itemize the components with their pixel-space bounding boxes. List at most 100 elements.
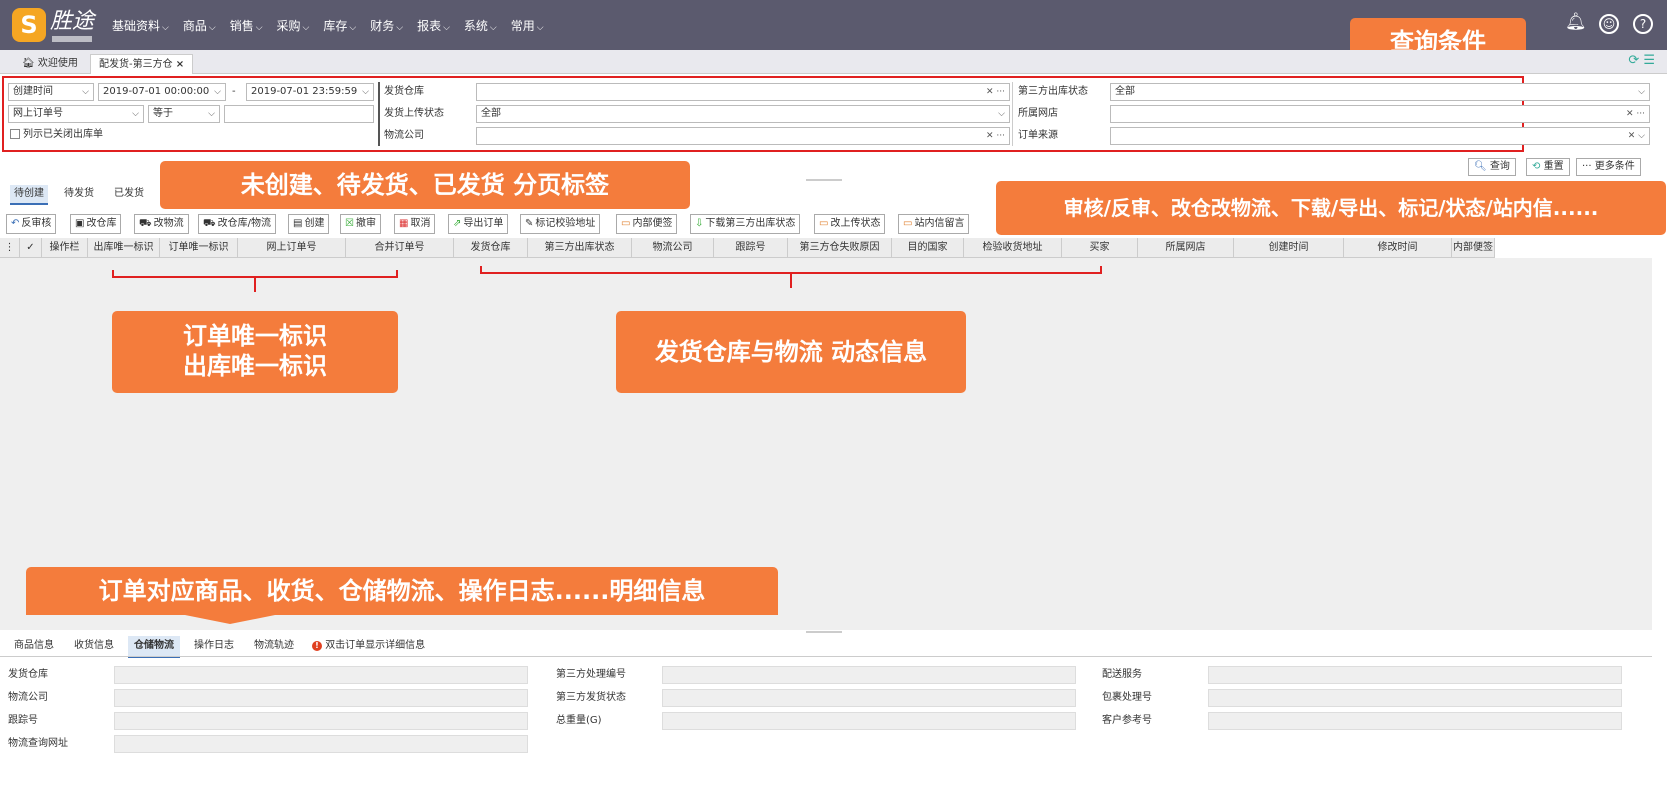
reset-button[interactable]: ⟲ 重置 <box>1526 158 1570 176</box>
column-header[interactable]: 发货仓库 <box>454 238 528 258</box>
column-header[interactable]: 物流公司 <box>632 238 714 258</box>
query-button[interactable]: 🔍︎ 查询 <box>1468 158 1516 176</box>
field-label: 包裹处理号 <box>1102 692 1152 703</box>
source-input[interactable]: ✕ ⌵ <box>1110 127 1650 145</box>
unaudit-button[interactable]: ↶ 反审核 <box>6 214 57 234</box>
equal-operator-select[interactable]: 等于 ⌵ <box>148 105 220 123</box>
tab-logistics-track[interactable]: 物流轨迹 <box>248 636 300 656</box>
more-conditions-button[interactable]: ··· 更多条件 <box>1576 158 1641 176</box>
cancel-button[interactable]: ▦ 取消 <box>394 214 436 234</box>
tab-operation-log[interactable]: 操作日志 <box>188 636 240 656</box>
warehouse-value <box>114 666 528 684</box>
tab-welcome[interactable]: 🏠︎ 欢迎使用 <box>14 54 86 74</box>
tab-third-party-warehouse[interactable]: 配发货-第三方仓 × <box>90 54 194 74</box>
close-icon[interactable]: × <box>176 59 184 70</box>
help-icon[interactable]: ? <box>1633 14 1653 34</box>
menu-item[interactable]: 常用 ⌵ <box>511 17 544 34</box>
column-menu-icon[interactable]: ⋮ <box>0 238 20 258</box>
column-header[interactable]: 第三方出库状态 <box>528 238 632 258</box>
refresh-icon[interactable]: ⟳ ☰ <box>1628 53 1655 68</box>
column-header[interactable]: 操作栏 <box>42 238 88 258</box>
export-orders-button[interactable]: ⇗ 导出订单 <box>448 214 509 234</box>
callout-page-tabs: 未创建、待发货、已发货 分页标签 <box>160 161 690 209</box>
internal-note-button[interactable]: ▭ 内部便签 <box>616 214 678 234</box>
third-status-label: 第三方出库状态 <box>1018 86 1088 97</box>
change-upload-status-button[interactable]: ▭ 改上传状态 <box>814 214 886 234</box>
order-no-field-select[interactable]: 网上订单号 ⌵ <box>8 105 144 123</box>
check-all-icon[interactable]: ✓ <box>20 238 42 258</box>
column-header[interactable]: 合并订单号 <box>346 238 454 258</box>
column-header[interactable]: 目的国家 <box>892 238 964 258</box>
field-label: 总重量(G) <box>556 715 602 726</box>
third-party-no-value <box>662 666 1076 684</box>
logo-text: 胜途 <box>50 9 95 34</box>
column-header[interactable]: 第三方仓失败原因 <box>788 238 892 258</box>
menu-item[interactable]: 基础资料 ⌵ <box>112 17 169 34</box>
order-no-input[interactable] <box>224 105 374 123</box>
user-circle-icon[interactable]: ☺ <box>1599 14 1619 34</box>
warehouse-label: 发货仓库 <box>384 86 424 97</box>
tab-warehouse-logistics[interactable]: 仓储物流 <box>128 636 180 658</box>
site-message-button[interactable]: ▭ 站内信留言 <box>898 214 970 234</box>
change-logistics-button[interactable]: ⛟ 改物流 <box>134 214 189 234</box>
tab-to-create[interactable]: 待创建 <box>10 185 48 205</box>
package-no-value <box>1208 689 1622 707</box>
create-button[interactable]: ▤ 创建 <box>288 214 330 234</box>
tracking-value <box>114 712 528 730</box>
show-closed-checkbox[interactable]: 列示已关闭出库单 <box>10 126 103 144</box>
third-status-select[interactable]: 全部 ⌵ <box>1110 83 1650 101</box>
column-header[interactable]: 内部便签 <box>1452 238 1495 258</box>
menu-item[interactable]: 销售 ⌵ <box>230 17 263 34</box>
menu-item[interactable]: 采购 ⌵ <box>277 17 310 34</box>
clear-icon[interactable]: ✕ ··· <box>1626 106 1645 122</box>
mark-verify-address-button[interactable]: ✎ 标记校验地址 <box>520 214 601 234</box>
bell-icon[interactable]: 🔔︎ <box>1565 14 1587 34</box>
annotation-tick <box>790 274 792 288</box>
column-header[interactable]: 所属网店 <box>1138 238 1234 258</box>
divider <box>0 656 1652 657</box>
clear-icon[interactable]: ✕ ··· <box>986 128 1005 144</box>
menu-item[interactable]: 系统 ⌵ <box>464 17 497 34</box>
column-header[interactable]: 买家 <box>1062 238 1138 258</box>
home-icon: 🏠︎ <box>22 58 38 69</box>
tab-product-info[interactable]: 商品信息 <box>8 636 60 656</box>
callout-unique-ids: 订单唯一标识 出库唯一标识 <box>112 311 398 393</box>
window-tab-bar: 🏠︎ 欢迎使用 配发货-第三方仓 × ⟳ ☰ <box>0 50 1667 74</box>
menu-item[interactable]: 库存 ⌵ <box>323 17 356 34</box>
clear-icon[interactable]: ✕ ⌵ <box>1628 128 1645 144</box>
upload-status-select[interactable]: 全部 ⌵ <box>476 105 1010 123</box>
field-label: 物流公司 <box>8 692 48 703</box>
menu-item[interactable]: 报表 ⌵ <box>417 17 450 34</box>
field-label: 客户参考号 <box>1102 715 1152 726</box>
time-field-select[interactable]: 创建时间 ⌵ <box>8 83 94 101</box>
column-header[interactable]: 创建时间 <box>1234 238 1344 258</box>
change-warehouse-logistics-button[interactable]: ⛟ 改仓库/物流 <box>198 214 276 234</box>
field-label: 配送服务 <box>1102 669 1142 680</box>
splitter-handle[interactable] <box>806 631 842 633</box>
logistics-input[interactable]: ✕ ··· <box>476 127 1010 145</box>
column-header[interactable]: 订单唯一标识 <box>160 238 238 258</box>
tab-to-ship[interactable]: 待发货 <box>60 185 98 203</box>
column-header[interactable]: 检验收货地址 <box>964 238 1062 258</box>
end-time-input[interactable]: 2019-07-01 23:59:59 ⌵ <box>246 83 374 101</box>
customer-ref-value <box>1208 712 1622 730</box>
column-header[interactable]: 网上订单号 <box>238 238 346 258</box>
menu-item[interactable]: 商品 ⌵ <box>183 17 216 34</box>
clear-icon[interactable]: ✕ ··· <box>986 84 1005 100</box>
download-third-status-button[interactable]: ⇩ 下载第三方出库状态 <box>690 214 801 234</box>
splitter-handle[interactable] <box>806 179 842 181</box>
detail-hint: ! 双击订单显示详细信息 <box>306 636 431 656</box>
tab-shipped[interactable]: 已发货 <box>110 185 148 203</box>
column-header[interactable]: 出库唯一标识 <box>88 238 160 258</box>
column-header[interactable]: 修改时间 <box>1344 238 1452 258</box>
warehouse-input[interactable]: ✕ ··· <box>476 83 1010 101</box>
shop-input[interactable]: ✕ ··· <box>1110 105 1650 123</box>
start-time-input[interactable]: 2019-07-01 00:00:00 ⌵ <box>98 83 226 101</box>
withdraw-audit-button[interactable]: ☒ 撤审 <box>340 214 381 234</box>
menu-item[interactable]: 财务 ⌵ <box>370 17 403 34</box>
column-header[interactable]: 跟踪号 <box>714 238 788 258</box>
change-warehouse-button[interactable]: ▣ 改仓库 <box>70 214 122 234</box>
upload-status-label: 发货上传状态 <box>384 108 444 119</box>
tab-receiver-info[interactable]: 收货信息 <box>68 636 120 656</box>
range-dash: - <box>232 86 236 97</box>
